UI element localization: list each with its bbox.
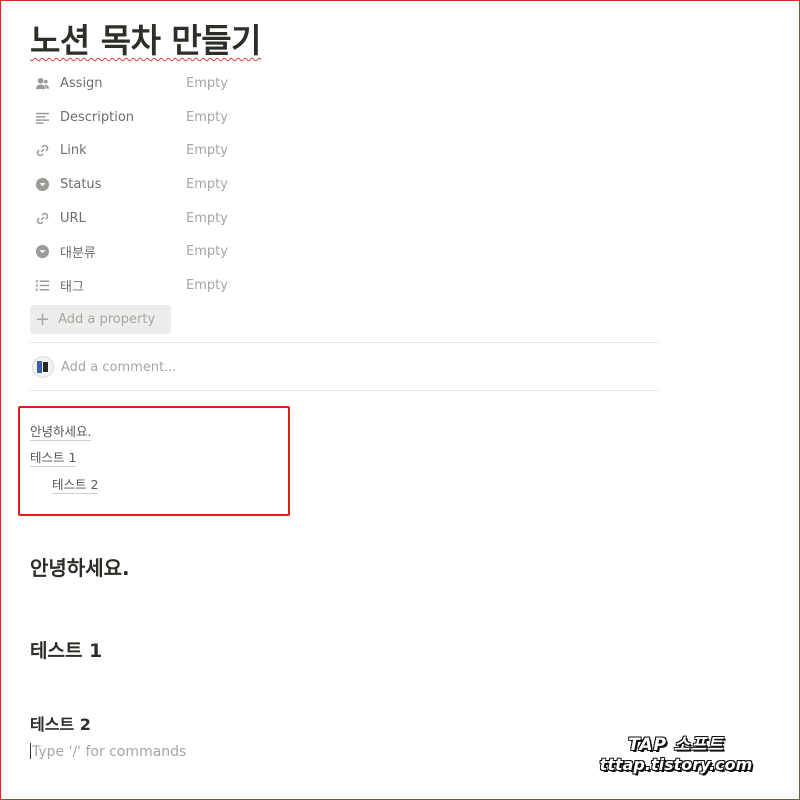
property-url[interactable]: URL Empty (30, 201, 660, 235)
toc-item[interactable]: 테스트 2 (52, 477, 99, 494)
property-value[interactable]: Empty (186, 211, 228, 226)
list-icon (34, 277, 50, 293)
watermark-line1: TAP 소프트 (628, 735, 724, 755)
heading-3[interactable]: 테스트 2 (30, 711, 91, 735)
property-status[interactable]: Status Empty (30, 168, 660, 202)
watermark: TAP 소프트 tttap.tistory.com (596, 735, 756, 775)
property-list: Assign Empty Description Empty Link Empt… (30, 67, 660, 302)
property-category[interactable]: 대분류 Empty (30, 235, 660, 269)
avatar (32, 356, 54, 378)
toc-item[interactable]: 테스트 1 (30, 450, 77, 467)
property-tags[interactable]: 태그 Empty (30, 269, 660, 303)
heading-1[interactable]: 안녕하세요. (30, 552, 130, 581)
comment-bar[interactable]: Add a comment... (30, 354, 177, 380)
property-value[interactable]: Empty (186, 110, 228, 125)
link-icon (34, 210, 50, 226)
person-icon (34, 76, 50, 92)
link-icon (34, 143, 50, 159)
property-description[interactable]: Description Empty (30, 101, 660, 135)
page-title[interactable]: 노션 목차 만들기 (30, 14, 262, 62)
property-label: 태그 (60, 279, 84, 295)
property-value[interactable]: Empty (186, 177, 228, 192)
add-property-label: Add a property (58, 312, 156, 327)
property-value[interactable]: Empty (186, 244, 228, 259)
divider (30, 390, 658, 391)
editor-placeholder: Type '/' for commands (32, 744, 187, 760)
property-value[interactable]: Empty (186, 278, 228, 293)
watermark-line2: tttap.tistory.com (599, 755, 753, 774)
property-label: Link (60, 143, 87, 159)
select-icon (34, 177, 50, 193)
property-assign[interactable]: Assign Empty (30, 67, 660, 101)
property-value[interactable]: Empty (186, 76, 228, 91)
select-icon (34, 244, 50, 260)
text-lines-icon (34, 109, 50, 125)
heading-2[interactable]: 테스트 1 (30, 636, 102, 663)
plus-icon: + (35, 308, 51, 330)
divider (30, 342, 658, 343)
text-caret (30, 743, 31, 759)
property-link[interactable]: Link Empty (30, 134, 660, 168)
comment-input[interactable]: Add a comment... (61, 360, 177, 375)
property-label: Status (60, 177, 102, 193)
property-label: Description (60, 109, 135, 125)
toc-item[interactable]: 안녕하세요. (30, 424, 92, 441)
add-property-button[interactable]: + Add a property (30, 305, 171, 334)
property-value[interactable]: Empty (186, 143, 228, 158)
editor-block[interactable]: Type '/' for commands (30, 743, 186, 760)
property-label: 대분류 (60, 246, 96, 262)
property-label: Assign (60, 76, 103, 92)
property-label: URL (60, 210, 86, 226)
